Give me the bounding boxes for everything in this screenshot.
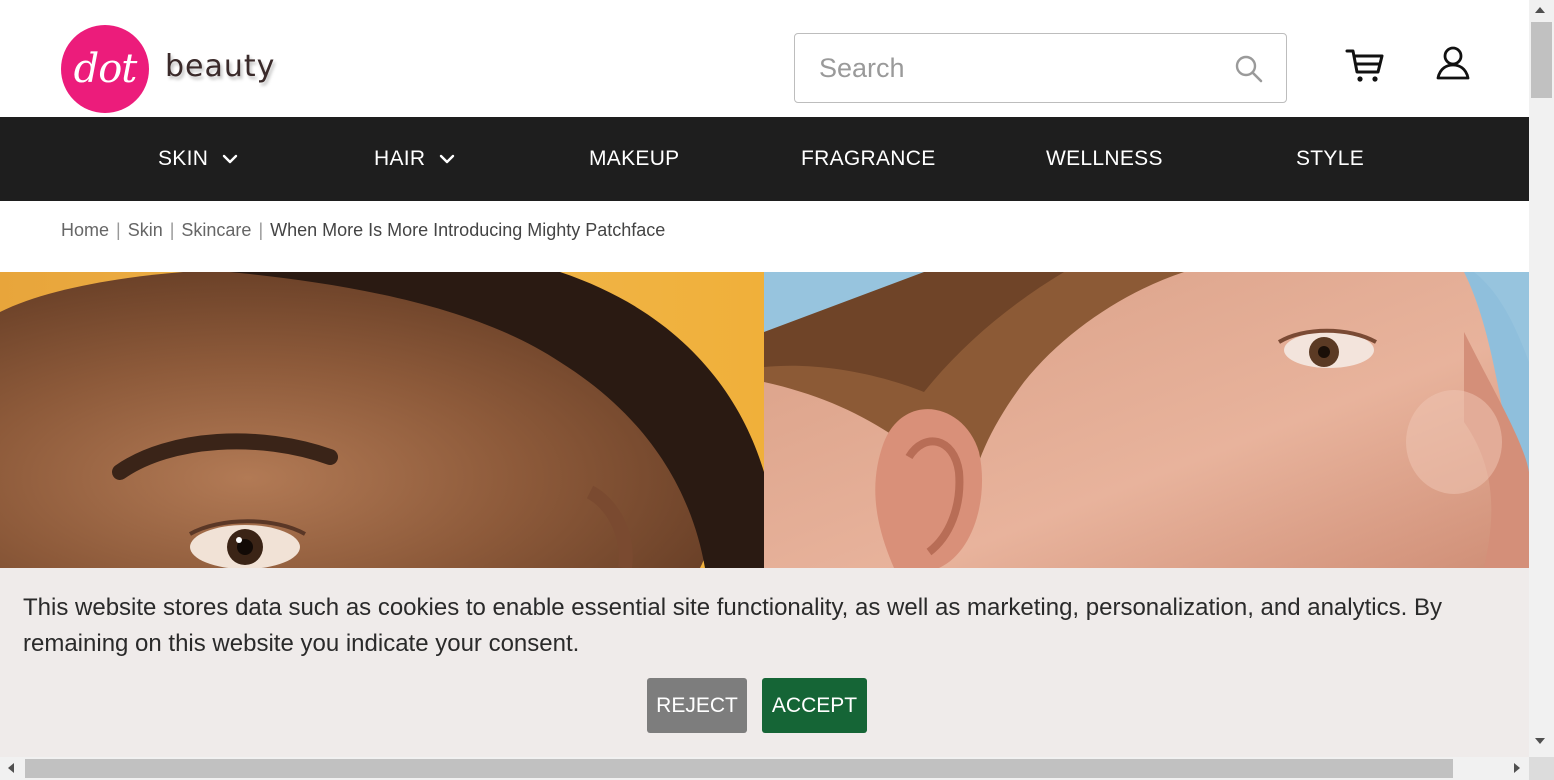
vertical-scrollbar[interactable] — [1529, 0, 1554, 757]
user-icon[interactable] — [1435, 45, 1471, 81]
hero-images — [0, 272, 1529, 568]
nav-item-label: FRAGRANCE — [801, 147, 936, 170]
breadcrumb-separator: | — [258, 220, 264, 240]
main-nav: SKIN HAIR MAKEUP FRAGRANCE WELLNESS STYL… — [0, 117, 1529, 201]
vertical-scrollbar-thumb[interactable] — [1531, 22, 1552, 98]
logo-mark: dot — [61, 25, 149, 113]
brand-logo[interactable]: dot beauty — [61, 25, 275, 113]
nav-item-label: SKIN — [158, 147, 209, 170]
breadcrumb-skincare[interactable]: Skincare — [181, 220, 251, 240]
search-icon[interactable] — [1234, 54, 1264, 84]
hero-image-man — [764, 272, 1529, 568]
nav-item-wellness[interactable]: WELLNESS — [1046, 117, 1163, 201]
cookie-banner: This website stores data such as cookies… — [0, 568, 1529, 757]
hero-image-woman — [0, 272, 764, 568]
accept-button[interactable]: ACCEPT — [762, 678, 867, 733]
page-viewport: dot beauty SKIN HAIR — [0, 0, 1529, 757]
breadcrumb-skin[interactable]: Skin — [128, 220, 163, 240]
nav-item-label: WELLNESS — [1046, 147, 1163, 170]
breadcrumb-separator: | — [169, 220, 175, 240]
breadcrumb-separator: | — [116, 220, 121, 240]
chevron-down-icon — [440, 154, 455, 164]
man-face-image — [764, 272, 1529, 568]
breadcrumb: Home | Skin | Skincare | When More Is More Int… — [61, 220, 665, 241]
search-input[interactable] — [819, 34, 1219, 102]
cookie-message: This website stores data such as cookies… — [23, 594, 1442, 657]
nav-item-label: HAIR — [374, 147, 426, 170]
scroll-down-arrow-icon[interactable] — [1535, 738, 1545, 744]
woman-face-image — [0, 272, 764, 568]
scroll-up-arrow-icon[interactable] — [1535, 7, 1545, 13]
scroll-left-arrow-icon[interactable] — [8, 763, 14, 773]
nav-item-label: MAKEUP — [589, 147, 680, 170]
nav-item-skin[interactable]: SKIN — [158, 117, 238, 201]
nav-item-fragrance[interactable]: FRAGRANCE — [801, 117, 936, 201]
scroll-right-arrow-icon[interactable] — [1514, 763, 1520, 773]
nav-item-hair[interactable]: HAIR — [374, 117, 455, 201]
scrollbar-corner — [1529, 757, 1554, 780]
breadcrumb-current: When More Is More Introducing Mighty Pat… — [270, 220, 666, 240]
horizontal-scrollbar-thumb[interactable] — [25, 759, 1453, 778]
site-header: dot beauty — [0, 0, 1529, 117]
logo-wordmark: beauty — [165, 48, 276, 84]
nav-item-label: STYLE — [1296, 147, 1365, 170]
chevron-down-icon — [223, 154, 238, 164]
cart-icon[interactable] — [1345, 46, 1385, 84]
reject-button[interactable]: REJECT — [647, 678, 747, 733]
search-box — [794, 33, 1287, 103]
breadcrumb-home[interactable]: Home — [61, 220, 109, 240]
nav-item-makeup[interactable]: MAKEUP — [589, 117, 680, 201]
nav-item-style[interactable]: STYLE — [1296, 117, 1364, 201]
